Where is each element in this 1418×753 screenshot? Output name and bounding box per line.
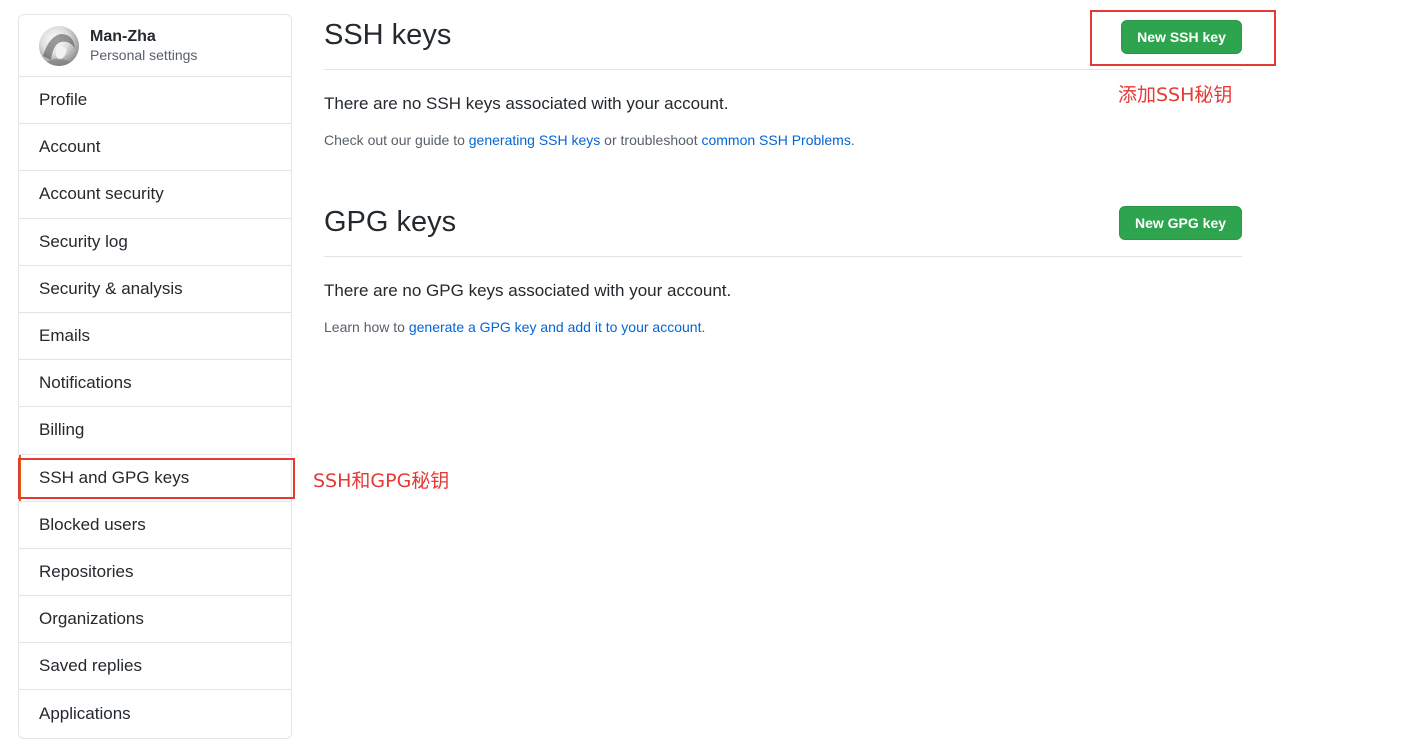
ssh-help-suffix: . [850,132,855,148]
sidebar-item-security-analysis[interactable]: Security & analysis [19,266,291,313]
annotation-label-ssh-gpg: SSH和GPG秘钥 [313,470,450,492]
ssh-help-text: Check out our guide to generating SSH ke… [324,132,855,148]
gpg-help-suffix: . [701,319,706,335]
avatar [39,25,79,66]
ssh-help-prefix: Check out our guide to [324,132,469,148]
sidebar-item-account-security[interactable]: Account security [19,171,291,219]
profile-header[interactable]: Man-Zha Personal settings [19,15,291,77]
sidebar-item-account[interactable]: Account [19,124,291,172]
profile-subtitle: Personal settings [90,46,198,63]
ssh-divider [324,69,1242,70]
sidebar-item-repositories[interactable]: Repositories [19,549,291,597]
gpg-empty-message: There are no GPG keys associated with yo… [324,281,732,300]
gpg-help-text: Learn how to generate a GPG key and add … [324,319,705,335]
sidebar-item-saved-replies[interactable]: Saved replies [19,643,291,691]
sidebar-item-organizations[interactable]: Organizations [19,596,291,644]
sidebar-item-blocked-users[interactable]: Blocked users [19,502,291,549]
gpg-divider [324,256,1242,257]
sidebar-item-security-log[interactable]: Security log [19,219,291,266]
sidebar-item-profile[interactable]: Profile [19,77,291,125]
avatar-image [43,33,75,66]
common-ssh-problems-link[interactable]: common SSH Problems [701,132,850,148]
ssh-help-mid: or troubleshoot [600,132,702,148]
sidebar-item-notifications[interactable]: Notifications [19,360,291,408]
new-gpg-key-button[interactable]: New GPG key [1119,206,1242,240]
generating-ssh-keys-link[interactable]: generating SSH keys [469,132,601,148]
generate-gpg-key-link[interactable]: generate a GPG key and add it to your ac… [409,319,702,335]
sidebar-item-emails[interactable]: Emails [19,313,291,361]
profile-name[interactable]: Man-Zha [90,28,197,46]
sidebar-item-ssh-gpg-keys[interactable]: SSH and GPG keys [19,454,291,502]
new-ssh-key-button[interactable]: New SSH key [1121,20,1242,54]
gpg-keys-heading: GPG keys [324,206,457,238]
sidebar-item-billing[interactable]: Billing [19,407,291,455]
gpg-help-prefix: Learn how to [324,319,409,335]
ssh-keys-heading: SSH keys [324,19,452,51]
sidebar-item-applications[interactable]: Applications [19,690,291,737]
ssh-empty-message: There are no SSH keys associated with yo… [324,94,729,113]
settings-sidebar: Man-Zha Personal settings Profile Accoun… [18,14,292,739]
annotation-label-new-ssh-key: 添加SSH秘钥 [1118,84,1233,106]
